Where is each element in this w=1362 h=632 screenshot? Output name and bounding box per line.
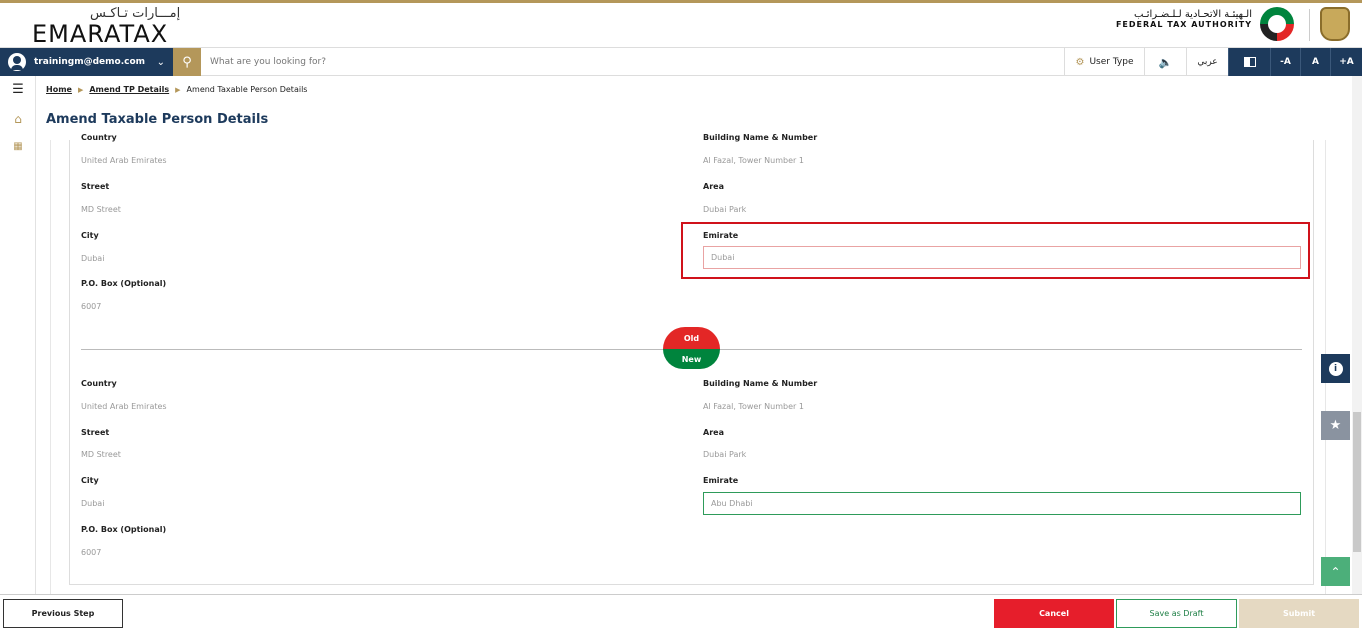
old-area-value: Dubai Park xyxy=(703,205,747,214)
speaker-icon[interactable]: 🔈 xyxy=(1144,48,1186,76)
breadcrumb: Home ▶ Amend TP Details ▶ Amend Taxable … xyxy=(46,85,307,94)
action-footer: Previous Step Cancel Save as Draft Submi… xyxy=(0,594,1362,632)
old-country-label: Country xyxy=(81,133,117,142)
header-divider xyxy=(1309,9,1310,41)
grid-apps-icon[interactable]: ▦ xyxy=(10,139,26,155)
new-street-label: Street xyxy=(81,428,110,437)
contrast-icon xyxy=(1243,57,1256,67)
breadcrumb-arrow-icon: ▶ xyxy=(77,85,84,94)
search-icon[interactable]: ⚲ xyxy=(173,48,201,76)
site-header: إمـــارات تـاكـس EMARATAX الـهيئـة الاتح… xyxy=(0,3,1362,48)
language-toggle[interactable]: عربي xyxy=(1186,48,1228,76)
save-draft-button[interactable]: Save as Draft xyxy=(1116,599,1237,628)
previous-step-button[interactable]: Previous Step xyxy=(3,599,123,628)
search-input[interactable] xyxy=(210,52,810,72)
breadcrumb-amend-tp[interactable]: Amend TP Details xyxy=(89,85,169,94)
new-street-value: MD Street xyxy=(81,450,121,459)
user-menu[interactable]: trainingm@demo.com ⌄ xyxy=(0,48,173,76)
old-street-label: Street xyxy=(81,182,110,191)
fta-arabic-name: الـهيئـة الاتحـادية لـلـضـرائـب xyxy=(1134,9,1252,20)
info-icon[interactable]: i xyxy=(1321,354,1350,383)
new-building-label: Building Name & Number xyxy=(703,379,818,388)
new-pobox-label: P.O. Box (Optional) xyxy=(81,525,167,534)
changed-field-highlight xyxy=(681,222,1310,279)
scrollbar-thumb[interactable] xyxy=(1353,412,1361,552)
breadcrumb-home[interactable]: Home xyxy=(46,85,72,94)
card-border xyxy=(69,584,1314,585)
page-title: Amend Taxable Person Details xyxy=(46,112,269,127)
old-badge: Old xyxy=(663,327,720,349)
hamburger-menu-icon[interactable]: ☰ xyxy=(10,82,26,98)
contrast-toggle[interactable] xyxy=(1228,48,1270,76)
user-avatar-icon xyxy=(8,53,26,71)
gear-icon: ⚙ xyxy=(1075,56,1085,68)
old-pobox-value: 6007 xyxy=(81,302,102,311)
new-country-label: Country xyxy=(81,379,117,388)
submit-button[interactable]: Submit xyxy=(1239,599,1359,628)
new-area-label: Area xyxy=(703,428,724,437)
logo-arabic-text: إمـــارات تـاكـس xyxy=(90,6,181,21)
new-pobox-value: 6007 xyxy=(81,548,102,557)
old-street-value: MD Street xyxy=(81,205,121,214)
home-icon[interactable]: ⌂ xyxy=(10,111,26,127)
fta-text: الـهيئـة الاتحـادية لـلـضـرائـب FEDERAL … xyxy=(1116,9,1252,29)
new-city-value: Dubai xyxy=(81,499,105,508)
left-sidebar: ☰ ⌂ ▦ xyxy=(0,76,36,594)
emaratax-logo[interactable]: EMARATAX xyxy=(32,20,168,48)
new-emirate-label: Emirate xyxy=(703,476,739,485)
old-country-value: United Arab Emirates xyxy=(81,156,167,165)
old-building-value: Al Fazal, Tower Number 1 xyxy=(703,156,804,165)
old-city-value: Dubai xyxy=(81,254,105,263)
new-country-value: United Arab Emirates xyxy=(81,402,167,411)
font-normal-button[interactable]: A xyxy=(1300,48,1330,76)
user-email: trainingm@demo.com xyxy=(34,57,146,67)
old-building-label: Building Name & Number xyxy=(703,133,818,142)
old-city-label: City xyxy=(81,231,99,240)
new-emirate-field: Abu Dhabi xyxy=(703,492,1301,515)
font-increase-button[interactable]: +A xyxy=(1330,48,1362,76)
breadcrumb-arrow-icon: ▶ xyxy=(175,85,181,94)
uae-emblem-icon xyxy=(1320,7,1350,41)
fta-english-name: FEDERAL TAX AUTHORITY xyxy=(1115,20,1252,29)
top-navbar: trainingm@demo.com ⌄ ⚲ ⚙ User Type 🔈 عرب… xyxy=(0,47,1362,76)
card-border xyxy=(69,140,70,585)
cancel-button[interactable]: Cancel xyxy=(994,599,1114,628)
breadcrumb-current: Amend Taxable Person Details xyxy=(186,85,308,94)
font-decrease-button[interactable]: -A xyxy=(1270,48,1300,76)
new-city-label: City xyxy=(81,476,99,485)
old-pobox-label: P.O. Box (Optional) xyxy=(81,279,167,288)
panel-border xyxy=(50,140,51,594)
user-type-button[interactable]: ⚙ User Type xyxy=(1064,48,1144,76)
star-favorite-icon[interactable]: ★ xyxy=(1321,411,1350,440)
new-badge: New xyxy=(663,349,720,369)
new-area-value: Dubai Park xyxy=(703,450,747,459)
card-border xyxy=(1313,140,1314,585)
old-area-label: Area xyxy=(703,182,724,191)
fta-logo-icon xyxy=(1260,7,1294,41)
chevron-down-icon[interactable]: ⌄ xyxy=(157,57,165,68)
scroll-top-icon[interactable]: ⌃ xyxy=(1321,557,1350,586)
user-type-label: User Type xyxy=(1089,57,1134,67)
new-building-value: Al Fazal, Tower Number 1 xyxy=(703,402,804,411)
